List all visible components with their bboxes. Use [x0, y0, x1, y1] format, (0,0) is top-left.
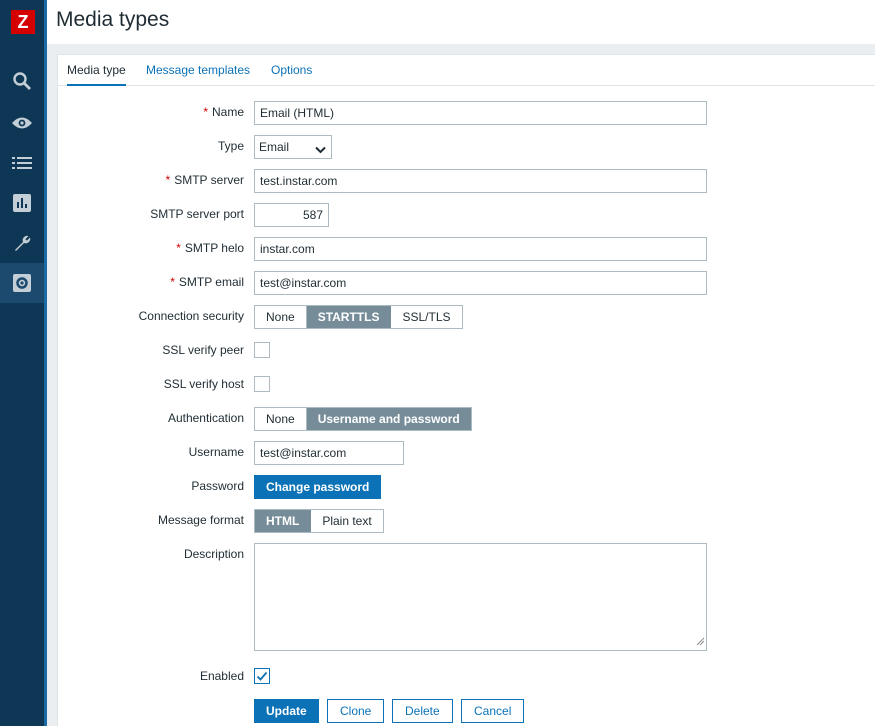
- smtp-server-input[interactable]: test.instar.com: [254, 169, 707, 193]
- delete-button[interactable]: Delete: [392, 699, 453, 723]
- tab-message-templates[interactable]: Message templates: [146, 63, 250, 85]
- sidebar-edge: [44, 0, 47, 726]
- type-label: Type: [217, 139, 244, 153]
- tab-options[interactable]: Options: [271, 63, 312, 85]
- sidebar: Z: [0, 0, 47, 726]
- connection-security-none[interactable]: None: [255, 306, 307, 328]
- smtp-server-label: * SMTP server: [165, 173, 244, 187]
- ssl-verify-host-label: SSL verify host: [163, 377, 244, 391]
- type-select-value: Email: [259, 140, 290, 154]
- clone-button[interactable]: Clone: [327, 699, 385, 723]
- authentication-toggle: None Username and password: [254, 407, 472, 431]
- eye-icon[interactable]: [0, 103, 44, 143]
- search-icon[interactable]: [0, 61, 44, 101]
- message-format-label: Message format: [157, 513, 244, 527]
- wrench-icon[interactable]: [0, 223, 44, 263]
- connection-security-label: Connection security: [138, 309, 244, 323]
- ssl-verify-peer-label: SSL verify peer: [162, 343, 244, 357]
- smtp-port-input[interactable]: 587: [254, 203, 329, 227]
- type-select[interactable]: Email: [254, 135, 332, 159]
- connection-security-ssl-tls[interactable]: SSL/TLS: [391, 306, 462, 328]
- connection-security-starttls[interactable]: STARTTLS: [306, 306, 392, 328]
- checkmark-icon: [256, 671, 268, 681]
- authentication-username-password[interactable]: Username and password: [306, 408, 471, 430]
- connection-security-toggle: None STARTTLS SSL/TLS: [254, 305, 463, 329]
- message-format-plain-text[interactable]: Plain text: [311, 510, 383, 532]
- username-input[interactable]: test@instar.com: [254, 441, 404, 465]
- smtp-port-label: SMTP server port: [150, 207, 244, 221]
- update-button[interactable]: Update: [254, 699, 319, 723]
- enabled-checkbox[interactable]: [254, 668, 270, 684]
- smtp-helo-input[interactable]: instar.com: [254, 237, 707, 261]
- name-label: * Name: [203, 105, 244, 119]
- gear-icon[interactable]: [0, 263, 44, 303]
- enabled-label: Enabled: [199, 669, 244, 683]
- page-title: Media types: [56, 8, 170, 31]
- resize-grip-icon[interactable]: [696, 635, 705, 649]
- cancel-button[interactable]: Cancel: [461, 699, 525, 723]
- username-label: Username: [188, 445, 244, 459]
- chevron-down-icon: [315, 141, 326, 163]
- password-label: Password: [191, 479, 244, 493]
- change-password-button[interactable]: Change password: [254, 475, 382, 499]
- description-label: Description: [183, 547, 244, 561]
- message-format-toggle: HTML Plain text: [254, 509, 384, 533]
- authentication-none[interactable]: None: [255, 408, 307, 430]
- ssl-verify-peer-checkbox[interactable]: [254, 342, 270, 358]
- authentication-label: Authentication: [167, 411, 244, 425]
- description-textarea[interactable]: [254, 543, 707, 651]
- tab-media-type[interactable]: Media type: [67, 63, 126, 86]
- list-icon[interactable]: [0, 143, 44, 183]
- page-header: Media types: [47, 0, 875, 44]
- ssl-verify-host-checkbox[interactable]: [254, 376, 270, 392]
- smtp-email-input[interactable]: test@instar.com: [254, 271, 707, 295]
- smtp-email-label: * SMTP email: [170, 275, 244, 289]
- smtp-helo-label: * SMTP helo: [176, 241, 244, 255]
- message-format-html[interactable]: HTML: [255, 510, 312, 532]
- tab-bar: Media type Message templates Options: [58, 55, 875, 86]
- zabbix-logo[interactable]: Z: [11, 10, 35, 34]
- name-input[interactable]: Email (HTML): [254, 101, 707, 125]
- chart-icon[interactable]: [0, 183, 44, 223]
